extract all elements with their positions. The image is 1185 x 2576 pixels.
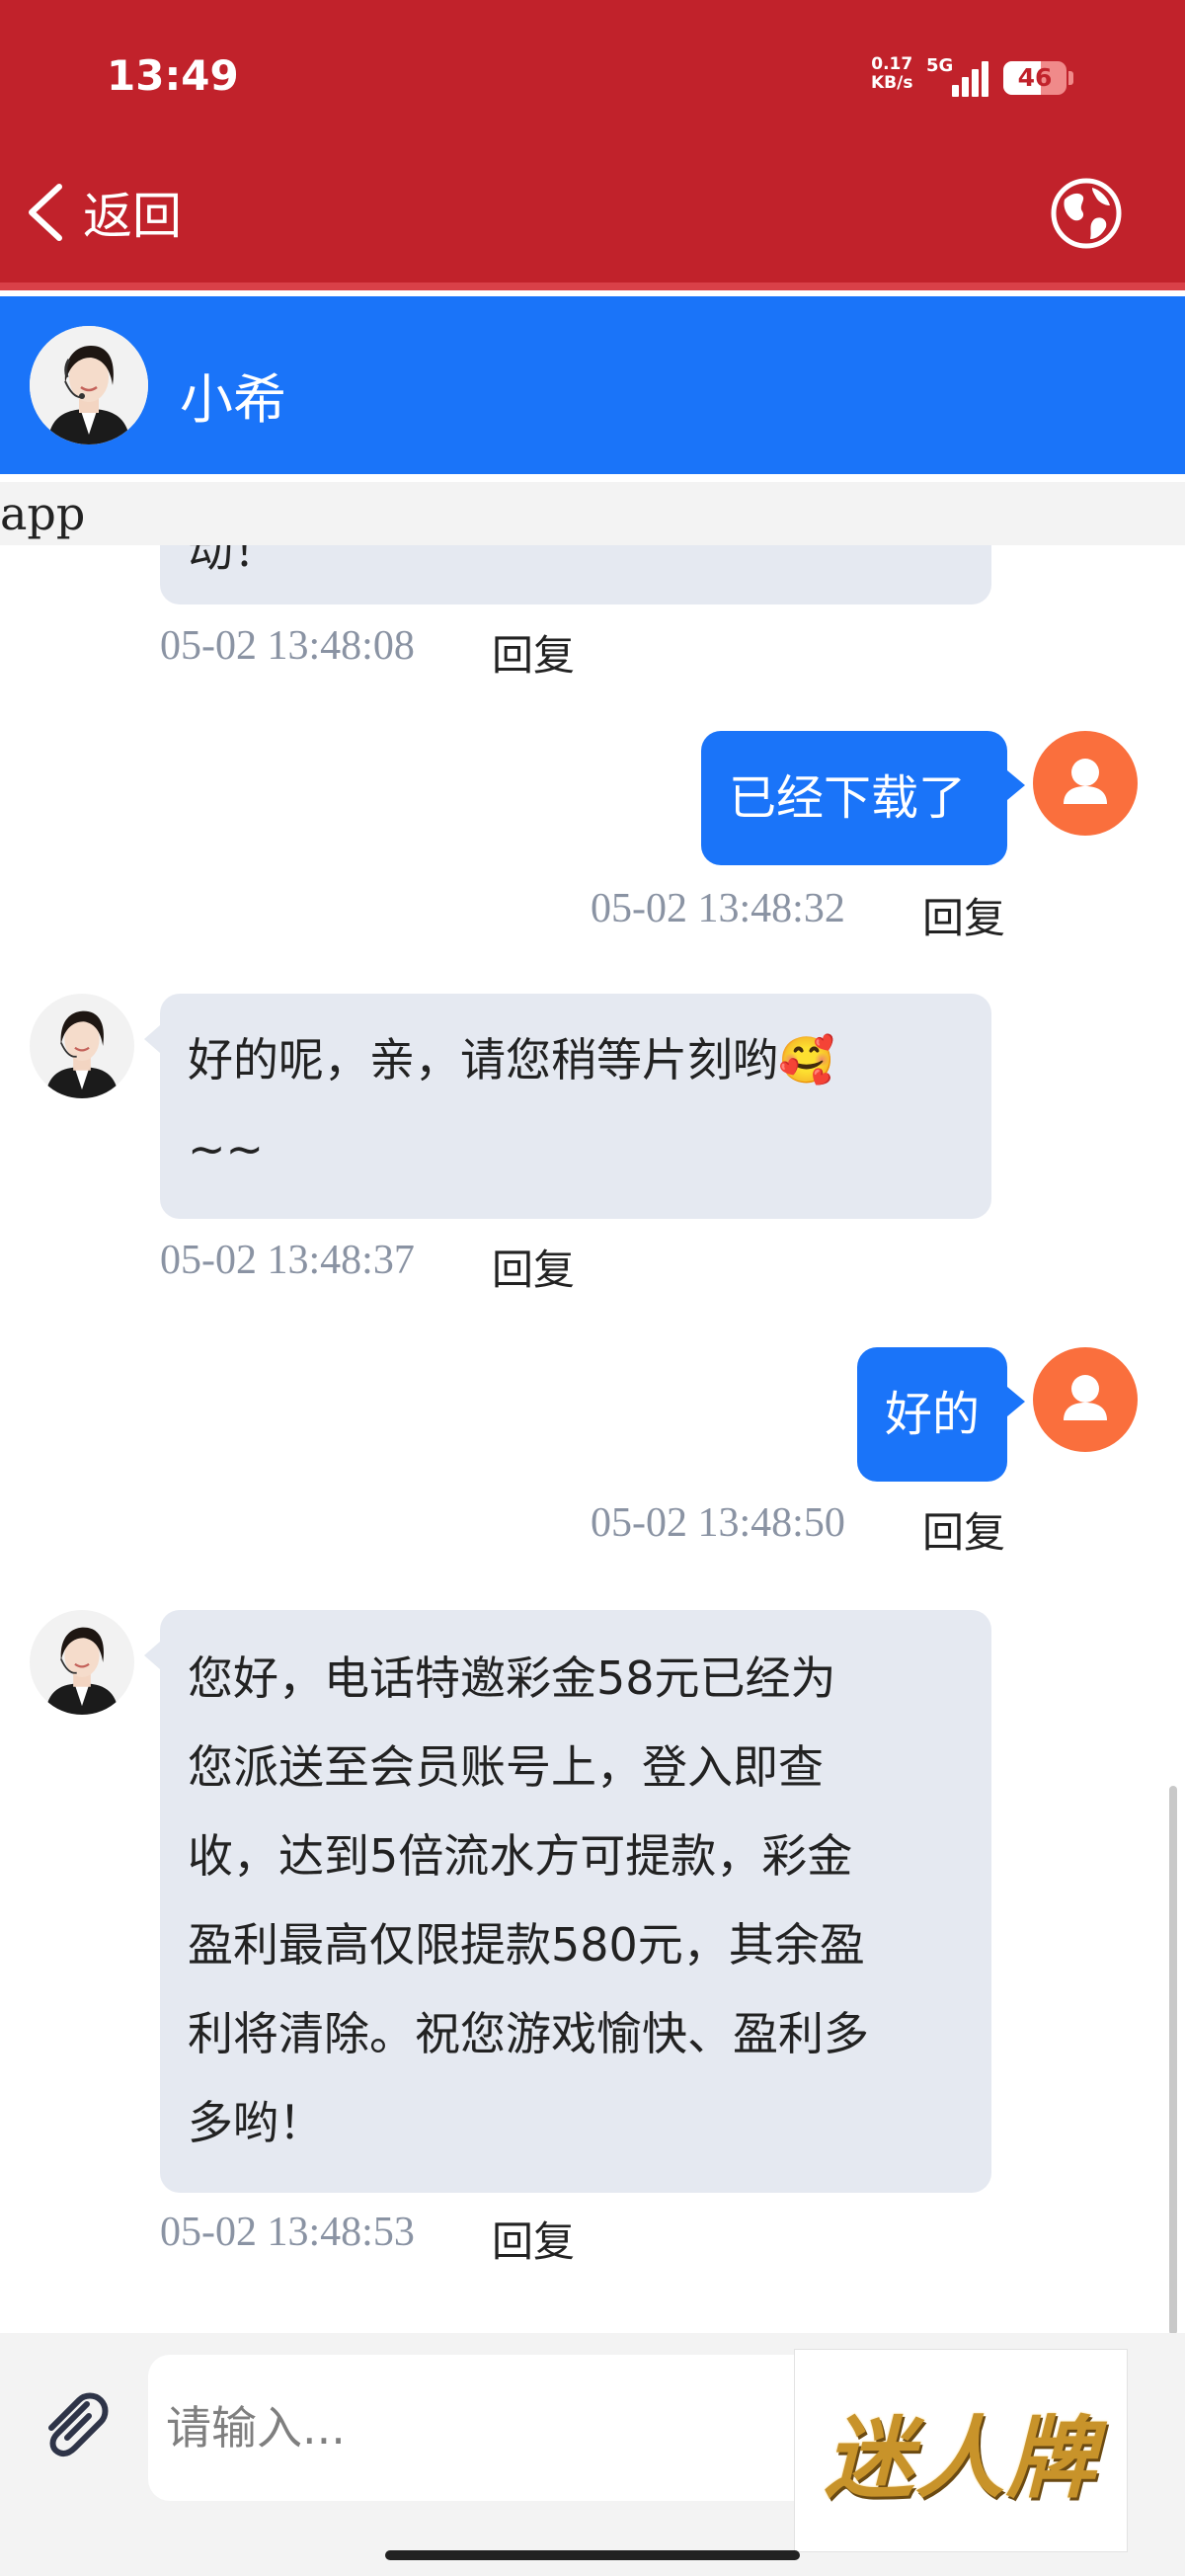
paperclip-icon	[48, 2392, 109, 2457]
user-avatar	[1033, 1347, 1138, 1452]
attach-button[interactable]	[36, 2386, 115, 2465]
message-text: 已经下载了	[729, 770, 967, 826]
reply-button[interactable]: 回复	[492, 1237, 575, 1297]
message-line: 多哟！	[188, 2096, 324, 2149]
message-bubble: 您好，电话特邀彩金58元已经为 您派送至会员账号上，登入即查 收，达到5倍流水方…	[144, 1610, 991, 2193]
message-line: 好的呢，亲，请您稍等片刻哟🥰	[188, 1033, 835, 1087]
app-label: app	[0, 482, 1185, 545]
network-type: 5G	[926, 55, 954, 76]
network-speed-value: 0.17	[871, 54, 913, 74]
globe-button[interactable]	[1049, 176, 1124, 251]
agent-avatar	[30, 994, 134, 1098]
brand-logo-text: 迷人牌	[825, 2406, 1097, 2511]
status-time: 13:49	[107, 51, 239, 100]
agent-bar	[0, 296, 1185, 474]
signal-icon	[952, 59, 991, 97]
chat-area[interactable]: 动！ 05-02 13:48:08 回复 已经下载了 05-02 13:48:3…	[0, 545, 1185, 2333]
message-time: 05-02 13:48:08	[160, 623, 415, 669]
back-label: 返回	[83, 188, 182, 245]
back-button[interactable]: 返回	[26, 178, 182, 247]
message-bubble: 好的呢，亲，请您稍等片刻哟🥰 ~~	[144, 994, 991, 1219]
message-input[interactable]: 请输入...	[148, 2355, 859, 2501]
agent-name: 小希	[180, 368, 286, 431]
agent-avatar	[30, 326, 148, 444]
message-text: 好的	[885, 1387, 981, 1442]
reply-button[interactable]: 回复	[922, 885, 1005, 945]
reply-button[interactable]: 回复	[922, 1499, 1005, 1560]
message-line: 利将清除。祝您游戏愉快、盈利多	[188, 2007, 869, 2060]
chat-scrollbar[interactable]	[1169, 1786, 1177, 2335]
user-icon	[1064, 759, 1107, 804]
message-time: 05-02 13:48:53	[160, 2210, 415, 2255]
message-line: ~~	[188, 1122, 265, 1175]
network-speed: 0.17 KB/s	[871, 55, 912, 93]
message-time: 05-02 13:48:37	[160, 1238, 415, 1283]
battery-level: 46	[1017, 63, 1053, 92]
battery-icon: 46	[1003, 61, 1066, 95]
message-time: 05-02 13:48:32	[591, 886, 845, 931]
message-bubble: 好的	[857, 1347, 1025, 1482]
message-line: 您好，电话特邀彩金58元已经为	[188, 1651, 836, 1705]
message-line: 收，达到5倍流水方可提款，彩金	[188, 1829, 853, 1883]
reply-button[interactable]: 回复	[492, 622, 575, 683]
network-speed-unit: KB/s	[871, 73, 913, 93]
message-line: 您派送至会员账号上，登入即查	[188, 1740, 824, 1794]
message-time: 05-02 13:48:50	[591, 1500, 845, 1546]
message-line: 盈利最高仅限提款580元，其余盈	[188, 1918, 865, 1972]
user-avatar	[1033, 731, 1138, 836]
message-text: 动！	[188, 545, 278, 577]
message-bubble: 动！	[160, 545, 991, 604]
globe-icon	[1051, 178, 1122, 249]
home-indicator[interactable]	[385, 2550, 800, 2560]
message-bubble: 已经下载了	[701, 731, 1025, 865]
user-icon	[1064, 1375, 1107, 1420]
brand-logo: 迷人牌	[794, 2349, 1128, 2552]
chevron-left-icon	[29, 184, 62, 241]
reply-button[interactable]: 回复	[492, 2209, 575, 2269]
agent-avatar	[30, 1610, 134, 1715]
